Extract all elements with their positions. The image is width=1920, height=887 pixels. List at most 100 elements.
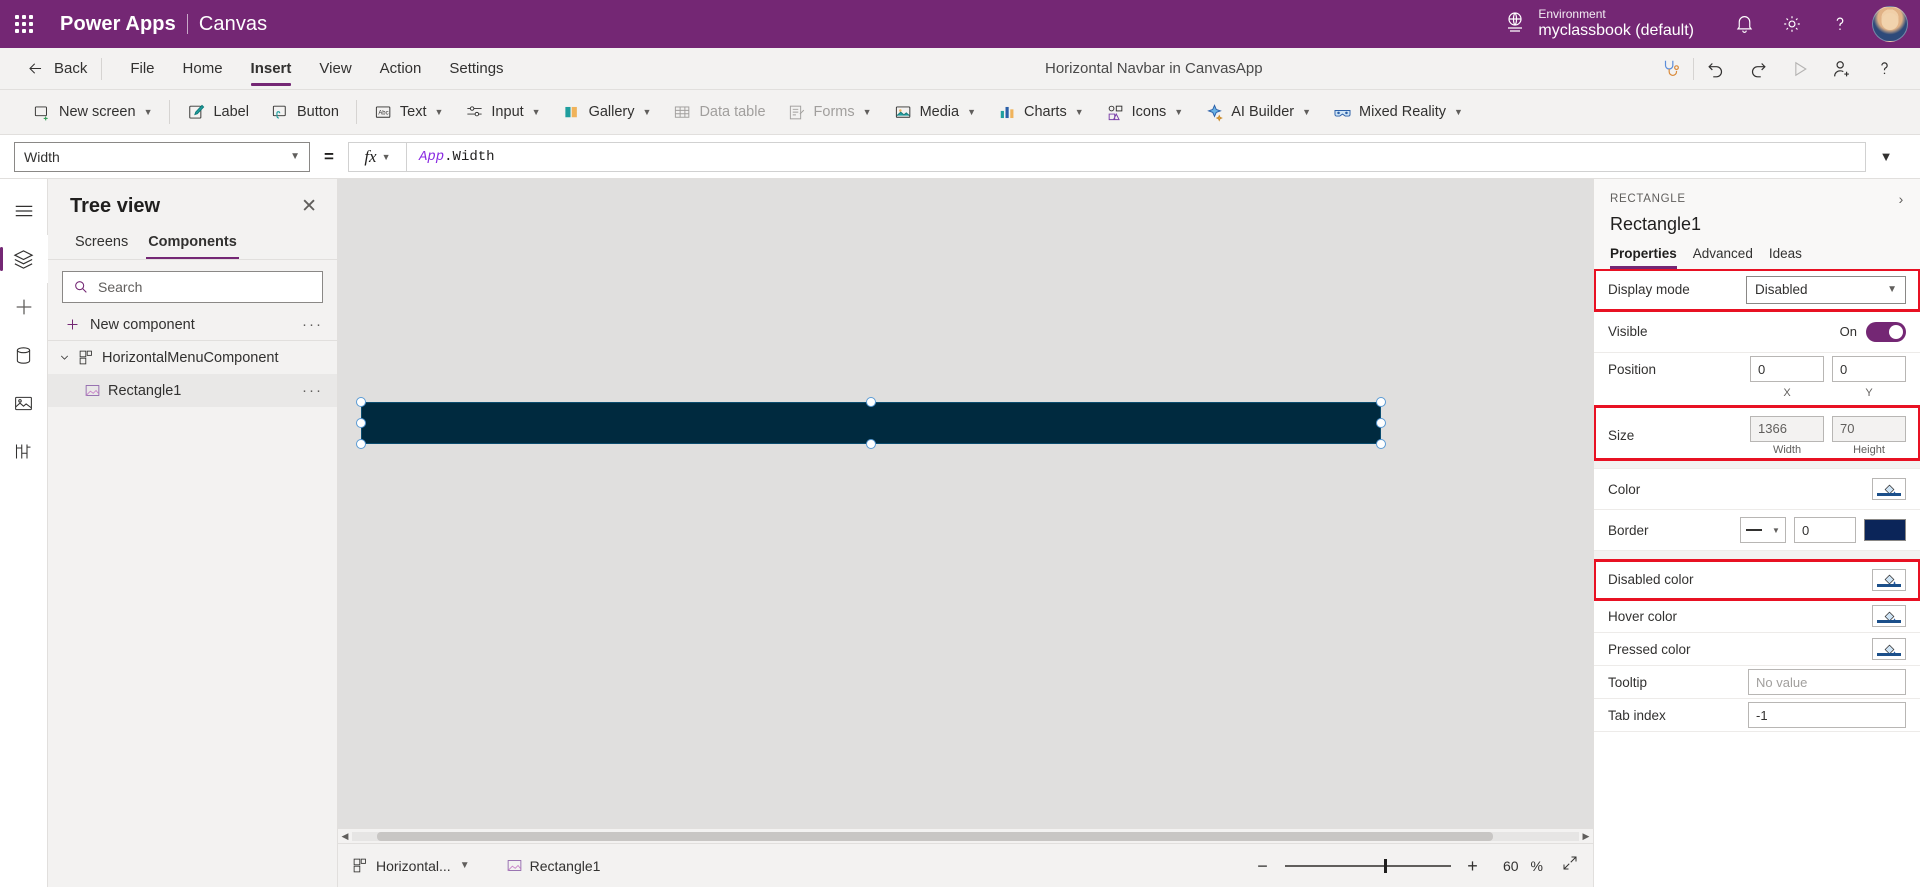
size-width-input[interactable]: 1366 [1750, 415, 1824, 442]
tab-components[interactable]: Components [143, 230, 242, 259]
media-image-icon[interactable] [0, 379, 48, 427]
user-avatar[interactable] [1872, 6, 1908, 42]
rectangle-fill[interactable] [361, 402, 1381, 444]
ribbon-media[interactable]: Media ▼ [883, 96, 987, 128]
color-picker-button[interactable] [1872, 478, 1906, 500]
size-height-input[interactable]: 70 [1832, 415, 1906, 442]
property-size[interactable]: Size 1366 70 Width Height [1594, 405, 1920, 461]
zoom-in-button[interactable]: + [1463, 857, 1483, 875]
tab-advanced[interactable]: Advanced [1693, 246, 1753, 269]
property-pressed-color[interactable]: Pressed color [1594, 633, 1920, 666]
tree-view-layers-icon[interactable] [0, 235, 48, 283]
resize-handle-top-right[interactable] [1376, 397, 1386, 407]
ribbon-button[interactable]: Button [260, 96, 350, 128]
ribbon-text[interactable]: Abc Text ▼ [363, 96, 455, 128]
property-border[interactable]: Border ▼ 0 [1594, 510, 1920, 551]
resize-handle-bottom-center[interactable] [866, 439, 876, 449]
property-hover-color[interactable]: Hover color [1594, 600, 1920, 633]
app-checker-stethoscope-icon[interactable] [1651, 52, 1691, 86]
property-visible[interactable]: Visible On [1594, 311, 1920, 353]
undo-icon[interactable] [1696, 52, 1736, 86]
help-question-icon-menu[interactable] [1864, 52, 1904, 86]
ribbon-mixed-reality[interactable]: Mixed Reality ▼ [1322, 96, 1474, 128]
hamburger-menu-icon[interactable] [0, 187, 48, 235]
border-thickness-input[interactable]: 0 [1794, 517, 1856, 543]
overflow-menu-icon[interactable]: ··· [302, 316, 323, 333]
tab-ideas[interactable]: Ideas [1769, 246, 1802, 269]
status-control-selector[interactable]: Rectangle1 [506, 857, 600, 874]
tooltip-input[interactable]: No value [1748, 669, 1906, 695]
resize-handle-middle-right[interactable] [1376, 418, 1386, 428]
resize-handle-bottom-left[interactable] [356, 439, 366, 449]
border-style-dropdown[interactable]: ▼ [1740, 517, 1786, 543]
resize-handle-middle-left[interactable] [356, 418, 366, 428]
ribbon-input[interactable]: Input ▼ [454, 96, 551, 128]
preview-play-icon[interactable] [1780, 52, 1820, 86]
resize-handle-top-left[interactable] [356, 397, 366, 407]
ribbon-charts[interactable]: Charts ▼ [987, 96, 1095, 128]
tree-node-horizontalmenucomponent[interactable]: HorizontalMenuComponent [48, 341, 337, 374]
tab-index-input[interactable]: -1 [1748, 702, 1906, 728]
border-color-swatch[interactable] [1864, 519, 1906, 541]
insert-plus-icon[interactable] [0, 283, 48, 331]
resize-handle-top-center[interactable] [866, 397, 876, 407]
search-input[interactable]: Search [62, 271, 323, 303]
hover-color-picker-button[interactable] [1872, 605, 1906, 627]
formula-expand-icon[interactable]: ▼ [1866, 149, 1906, 164]
close-icon[interactable]: ✕ [295, 193, 323, 220]
scroll-track[interactable] [352, 831, 1579, 841]
tree-node-rectangle1[interactable]: Rectangle1 ··· [48, 374, 337, 407]
zoom-slider[interactable] [1284, 858, 1451, 873]
data-cylinder-icon[interactable] [0, 331, 48, 379]
resize-handle-bottom-right[interactable] [1376, 439, 1386, 449]
pressed-color-picker-button[interactable] [1872, 638, 1906, 660]
tab-screens[interactable]: Screens [70, 230, 133, 259]
settings-gear-icon[interactable] [1768, 0, 1816, 48]
share-add-user-icon[interactable] [1822, 52, 1862, 86]
notification-bell-icon[interactable] [1720, 0, 1768, 48]
formula-input[interactable]: App .Width [405, 141, 1866, 172]
ribbon-icons[interactable]: Icons ▼ [1095, 96, 1195, 128]
horizontal-scrollbar[interactable]: ◀ ▶ [338, 828, 1593, 843]
ribbon-label[interactable]: Label [176, 96, 259, 128]
disabled-color-picker-button[interactable] [1872, 568, 1906, 591]
visible-toggle-group[interactable]: On [1840, 321, 1906, 342]
menu-item-home[interactable]: Home [169, 48, 237, 90]
menu-item-file[interactable]: File [116, 48, 168, 90]
menu-item-insert[interactable]: Insert [237, 48, 306, 90]
zoom-slider-knob[interactable] [1384, 858, 1388, 873]
position-x-input[interactable]: 0 [1750, 356, 1824, 382]
property-position[interactable]: Position 0 0 [1594, 353, 1920, 385]
property-display-mode[interactable]: Display mode Disabled ▼ [1594, 269, 1920, 312]
property-selector[interactable]: Width ▼ [14, 141, 310, 172]
property-tab-index[interactable]: Tab index -1 [1594, 699, 1920, 732]
property-tooltip[interactable]: Tooltip No value [1594, 666, 1920, 699]
menu-item-settings[interactable]: Settings [435, 48, 517, 90]
display-mode-dropdown[interactable]: Disabled ▼ [1746, 275, 1906, 304]
chevron-right-icon[interactable]: › [1899, 191, 1904, 207]
menu-item-view[interactable]: View [305, 48, 365, 90]
canvas-stage[interactable] [338, 179, 1593, 828]
new-component-button[interactable]: New component ··· [48, 309, 337, 340]
selected-rectangle[interactable] [356, 397, 1386, 449]
scroll-right-arrow[interactable]: ▶ [1579, 831, 1593, 842]
overflow-menu-icon[interactable]: ··· [302, 382, 323, 399]
visible-toggle[interactable] [1866, 321, 1906, 342]
tab-properties[interactable]: Properties [1610, 246, 1677, 269]
menu-item-action[interactable]: Action [366, 48, 436, 90]
ribbon-new-screen[interactable]: New screen ▼ [22, 96, 163, 128]
property-disabled-color[interactable]: Disabled color [1594, 559, 1920, 601]
property-color[interactable]: Color [1594, 469, 1920, 510]
redo-icon[interactable] [1738, 52, 1778, 86]
environment-selector[interactable]: Environment myclassbook (default) [1503, 7, 1694, 40]
scroll-left-arrow[interactable]: ◀ [338, 831, 352, 842]
advanced-tools-icon[interactable] [0, 427, 48, 475]
fx-button[interactable]: fx ▼ [347, 141, 406, 172]
ribbon-ai-builder[interactable]: AI Builder ▼ [1194, 96, 1322, 128]
app-launcher-icon[interactable] [0, 0, 48, 48]
ribbon-forms[interactable]: Forms ▼ [777, 96, 883, 128]
ribbon-gallery[interactable]: Gallery ▼ [552, 96, 663, 128]
status-screen-selector[interactable]: Horizontal... ▼ [352, 857, 470, 874]
position-y-input[interactable]: 0 [1832, 356, 1906, 382]
ribbon-data-table[interactable]: Data table [662, 96, 776, 128]
